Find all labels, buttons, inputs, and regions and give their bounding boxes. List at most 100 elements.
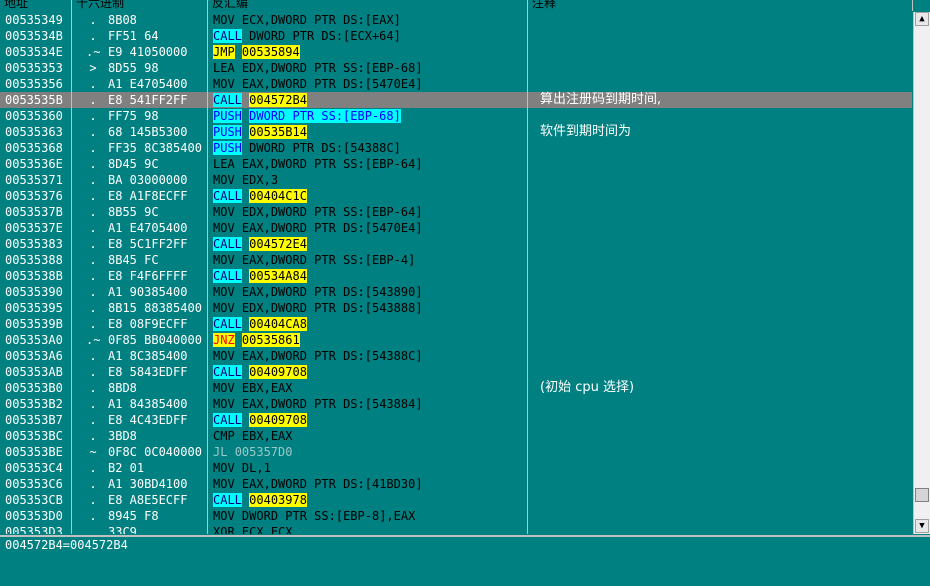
row-instruction[interactable]: MOV EAX,DWORD PTR DS:[5470E4] bbox=[213, 221, 523, 235]
table-row[interactable]: 0053539B. E8 08F9ECFF CALL 00404CA8 bbox=[0, 316, 912, 332]
row-instruction[interactable]: CALL 00409708 bbox=[213, 365, 523, 379]
table-row[interactable]: 005353CB. E8 A8E5ECFF CALL 00403978 bbox=[0, 492, 912, 508]
row-marker: .~ bbox=[86, 45, 101, 59]
table-row[interactable]: 005353D0. 8945 F8 MOV DWORD PTR SS:[EBP-8]… bbox=[0, 508, 912, 524]
row-hex-bytes: 8D45 9C bbox=[108, 157, 159, 171]
row-instruction[interactable]: PUSH DWORD PTR SS:[EBP-68] bbox=[213, 109, 523, 123]
row-marker: . bbox=[89, 77, 97, 91]
row-instruction[interactable]: MOV EBX,EAX bbox=[213, 381, 523, 395]
instruction-operands: EAX,DWORD PTR DS:[543890] bbox=[241, 285, 423, 299]
table-row[interactable]: 005353B7. E8 4C43EDFF CALL 00409708 bbox=[0, 412, 912, 428]
table-row[interactable]: 0053534E .~ E9 41050000 JMP 00535894 bbox=[0, 44, 912, 60]
table-row[interactable]: 00535395. 8B15 88385400 MOV EDX,DWORD PTR … bbox=[0, 300, 912, 316]
table-row[interactable]: 00535390. A1 90385400 MOV EAX,DWORD PTR DS… bbox=[0, 284, 912, 300]
row-instruction[interactable]: XOR ECX,ECX bbox=[213, 525, 523, 534]
table-row[interactable]: 005353A6. A1 8C385400 MOV EAX,DWORD PTR DS… bbox=[0, 348, 912, 364]
instruction-mnemonic: CALL bbox=[213, 93, 242, 107]
disassembly-list[interactable]: 00535349. 8B08 MOV ECX,DWORD PTR DS:[EAX] 0… bbox=[0, 12, 912, 534]
info-line: 004572B4=004572B4 bbox=[5, 538, 128, 552]
header-disasm[interactable]: 反汇编 bbox=[208, 0, 528, 11]
table-row[interactable]: 005353C4. B2 01 MOV DL,1 bbox=[0, 460, 912, 476]
row-address: 005353CB bbox=[5, 493, 63, 507]
row-instruction[interactable]: MOV EAX,DWORD PTR DS:[41BD30] bbox=[213, 477, 523, 491]
table-row[interactable]: 0053537E. A1 E4705400 MOV EAX,DWORD PTR DS… bbox=[0, 220, 912, 236]
table-row[interactable]: 0053537B. 8B55 9C MOV EDX,DWORD PTR SS:[EB… bbox=[0, 204, 912, 220]
row-marker: . bbox=[89, 413, 97, 427]
scroll-up-icon[interactable]: ▲ bbox=[915, 12, 929, 26]
row-instruction[interactable]: MOV ECX,DWORD PTR DS:[EAX] bbox=[213, 13, 523, 27]
vertical-scrollbar[interactable]: ▲ ▼ bbox=[913, 12, 930, 534]
column-divider bbox=[527, 0, 528, 534]
table-row[interactable]: 0053538B. E8 F4F6FFFF CALL 00534A84 bbox=[0, 268, 912, 284]
table-row[interactable]: 00535371. BA 03000000 MOV EDX,3 bbox=[0, 172, 912, 188]
row-instruction[interactable]: CALL 00403978 bbox=[213, 493, 523, 507]
row-address: 00535388 bbox=[5, 253, 63, 267]
row-instruction[interactable]: PUSH 00535B14 bbox=[213, 125, 523, 139]
table-row[interactable]: 005353C6. A1 30BD4100 MOV EAX,DWORD PTR DS… bbox=[0, 476, 912, 492]
row-address: 00535356 bbox=[5, 77, 63, 91]
row-instruction[interactable]: JL 005357D0 bbox=[213, 445, 523, 459]
row-instruction[interactable]: MOV DL,1 bbox=[213, 461, 523, 475]
table-row[interactable]: 0053535B. E8 541FF2FF CALL 004572B4 算出注册码到期… bbox=[0, 92, 912, 108]
table-row[interactable]: 0053536E. 8D45 9C LEA EAX,DWORD PTR SS:[EB… bbox=[0, 156, 912, 172]
row-hex-bytes: 8B55 9C bbox=[108, 205, 159, 219]
table-row[interactable]: 005353A0 .~ 0F85 BB040000 JNZ 00535861 bbox=[0, 332, 912, 348]
instruction-operands: EAX,DWORD PTR DS:[543884] bbox=[241, 397, 423, 411]
table-row[interactable]: 00535356. A1 E4705400 MOV EAX,DWORD PTR DS… bbox=[0, 76, 912, 92]
row-marker: . bbox=[89, 461, 97, 475]
table-row[interactable]: 00535360. FF75 98 PUSH DWORD PTR SS:[EBP-6… bbox=[0, 108, 912, 124]
table-row[interactable]: 005353AB. E8 5843EDFF CALL 00409708 bbox=[0, 364, 912, 380]
table-row[interactable]: 00535388. 8B45 FC MOV EAX,DWORD PTR SS:[EB… bbox=[0, 252, 912, 268]
row-instruction[interactable]: JMP 00535894 bbox=[213, 45, 523, 59]
instruction-operands: EDX,DWORD PTR SS:[EBP-68] bbox=[241, 61, 423, 75]
row-hex-bytes: B2 01 bbox=[108, 461, 145, 475]
row-instruction[interactable]: CALL 00404C1C bbox=[213, 189, 523, 203]
row-instruction[interactable]: LEA EDX,DWORD PTR SS:[EBP-68] bbox=[213, 61, 523, 75]
row-instruction[interactable]: PUSH DWORD PTR DS:[54388C] bbox=[213, 141, 523, 155]
header-hex[interactable]: 十六进制 bbox=[72, 0, 208, 11]
table-row[interactable]: 00535363. 68 145B5300 PUSH 00535B14 软件到期时间为 bbox=[0, 124, 912, 140]
scroll-down-icon[interactable]: ▼ bbox=[915, 519, 929, 533]
column-divider bbox=[207, 0, 208, 534]
row-instruction[interactable]: LEA EAX,DWORD PTR SS:[EBP-64] bbox=[213, 157, 523, 171]
header-address[interactable]: 地址 bbox=[0, 0, 72, 11]
row-hex-bytes: 8B45 FC bbox=[108, 253, 159, 267]
row-instruction[interactable]: MOV EAX,DWORD PTR DS:[543884] bbox=[213, 397, 523, 411]
row-instruction[interactable]: CALL 004572B4 bbox=[213, 93, 523, 107]
row-hex-bytes: A1 E4705400 bbox=[108, 77, 188, 91]
instruction-operands: 00535894 bbox=[241, 45, 300, 59]
row-instruction[interactable]: CMP EBX,EAX bbox=[213, 429, 523, 443]
table-row[interactable]: 005353D3. 33C9 XOR ECX,ECX bbox=[0, 524, 912, 534]
instruction-mnemonic: CMP bbox=[213, 429, 235, 443]
row-instruction[interactable]: CALL 00534A84 bbox=[213, 269, 523, 283]
row-instruction[interactable]: MOV EDX,DWORD PTR SS:[EBP-64] bbox=[213, 205, 523, 219]
row-instruction[interactable]: CALL DWORD PTR DS:[ECX+64] bbox=[213, 29, 523, 43]
row-address: 005353B0 bbox=[5, 381, 63, 395]
instruction-mnemonic: JNZ bbox=[213, 333, 235, 347]
table-row[interactable]: 0053534B. FF51 64 CALL DWORD PTR DS:[ECX+6… bbox=[0, 28, 912, 44]
row-instruction[interactable]: CALL 004572E4 bbox=[213, 237, 523, 251]
table-row[interactable]: 00535353 >8D55 98 LEA EDX,DWORD PTR SS:[EB… bbox=[0, 60, 912, 76]
table-row[interactable]: 005353BC. 3BD8 CMP EBX,EAX bbox=[0, 428, 912, 444]
header-comment[interactable]: 注释 bbox=[528, 0, 913, 11]
table-row[interactable]: 00535383. E8 5C1FF2FF CALL 004572E4 bbox=[0, 236, 912, 252]
row-instruction[interactable]: CALL 00409708 bbox=[213, 413, 523, 427]
row-instruction[interactable]: MOV EAX,DWORD PTR DS:[5470E4] bbox=[213, 77, 523, 91]
table-row[interactable]: 005353B2. A1 84385400 MOV EAX,DWORD PTR DS… bbox=[0, 396, 912, 412]
row-instruction[interactable]: MOV EDX,DWORD PTR DS:[543888] bbox=[213, 301, 523, 315]
row-marker: . bbox=[89, 509, 97, 523]
row-instruction[interactable]: MOV EAX,DWORD PTR DS:[54388C] bbox=[213, 349, 523, 363]
row-instruction[interactable]: MOV EAX,DWORD PTR SS:[EBP-4] bbox=[213, 253, 523, 267]
table-row[interactable]: 005353BE ~0F8C 0C040000 JL 005357D0 bbox=[0, 444, 912, 460]
row-marker: . bbox=[89, 285, 97, 299]
row-instruction[interactable]: MOV EDX,3 bbox=[213, 173, 523, 187]
row-instruction[interactable]: CALL 00404CA8 bbox=[213, 317, 523, 331]
scroll-thumb[interactable] bbox=[915, 488, 929, 502]
row-instruction[interactable]: MOV EAX,DWORD PTR DS:[543890] bbox=[213, 285, 523, 299]
row-instruction[interactable]: MOV DWORD PTR SS:[EBP-8],EAX bbox=[213, 509, 523, 523]
row-instruction[interactable]: JNZ 00535861 bbox=[213, 333, 523, 347]
table-row[interactable]: 00535376. E8 A1F8ECFF CALL 00404C1C bbox=[0, 188, 912, 204]
table-row[interactable]: 005353B0. 8BD8 MOV EBX,EAX (初始 cpu 选择) bbox=[0, 380, 912, 396]
table-row[interactable]: 00535349. 8B08 MOV ECX,DWORD PTR DS:[EAX] bbox=[0, 12, 912, 28]
table-row[interactable]: 00535368. FF35 8C385400 PUSH DWORD PTR DS:… bbox=[0, 140, 912, 156]
